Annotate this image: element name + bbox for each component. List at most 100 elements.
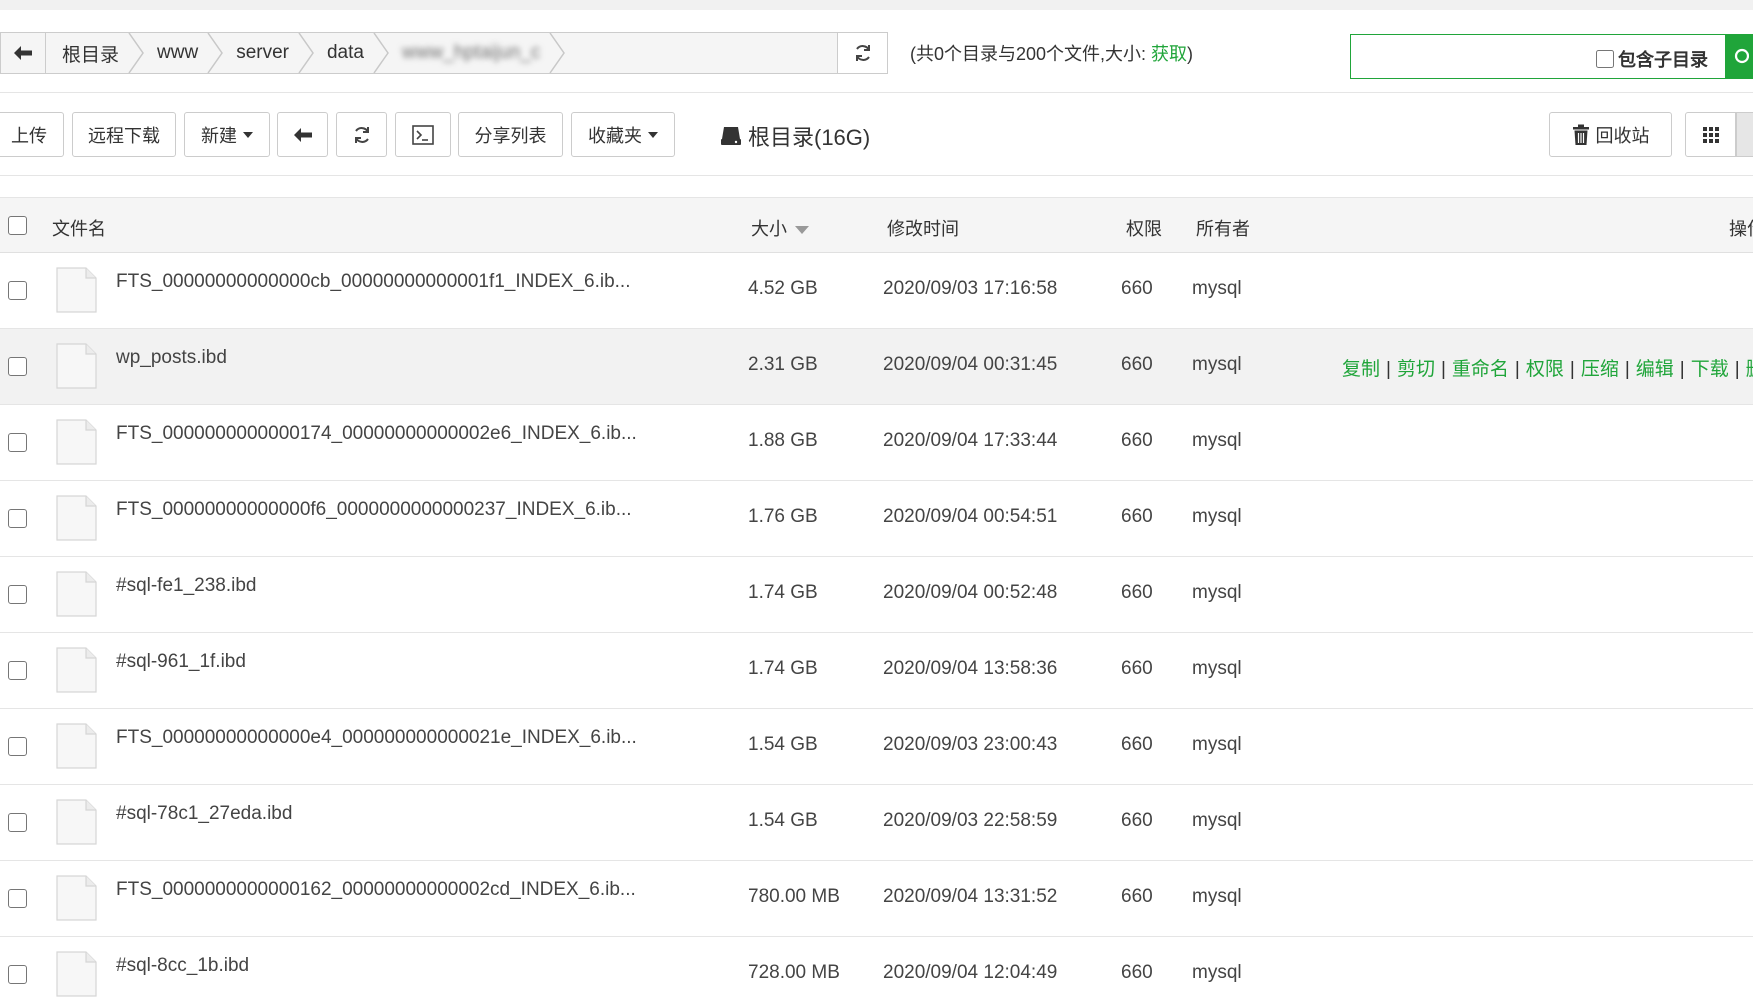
column-size-header[interactable]: 大小 — [751, 215, 809, 241]
table-row[interactable]: #sql-8cc_1b.ibd 728.00 MB 2020/09/04 12:… — [0, 937, 1753, 1004]
row-checkbox[interactable] — [8, 889, 27, 908]
rename-link[interactable]: 重命名 — [1452, 359, 1509, 380]
new-dropdown-button[interactable]: 新建 — [184, 112, 270, 157]
refresh-button[interactable] — [336, 112, 387, 157]
select-all-checkbox[interactable] — [8, 216, 27, 235]
table-row[interactable]: FTS_0000000000000174_00000000000002e6_IN… — [0, 405, 1753, 481]
table-row[interactable]: FTS_00000000000000f6_0000000000000237_IN… — [0, 481, 1753, 557]
terminal-button[interactable] — [395, 112, 451, 157]
favorites-label: 收藏夹 — [588, 125, 642, 146]
divider — [0, 92, 1753, 93]
row-checkbox[interactable] — [8, 965, 27, 984]
share-list-button[interactable]: 分享列表 — [458, 112, 563, 157]
new-label: 新建 — [201, 125, 237, 146]
row-checkbox[interactable] — [8, 737, 27, 756]
permission-link[interactable]: 权限 — [1526, 359, 1564, 380]
file-owner: mysql — [1192, 354, 1242, 375]
file-name[interactable]: #sql-78c1_27eda.ibd — [116, 803, 292, 825]
file-perm[interactable]: 660 — [1121, 278, 1153, 300]
table-header: 文件名 大小 修改时间 权限 所有者 操作 — [0, 197, 1753, 253]
row-checkbox[interactable] — [8, 433, 27, 452]
edit-link[interactable]: 编辑 — [1636, 359, 1674, 380]
file-icon — [56, 647, 97, 693]
copy-link[interactable]: 复制 — [1342, 359, 1380, 380]
row-checkbox[interactable] — [8, 585, 27, 604]
file-owner: mysql — [1192, 430, 1242, 451]
arrow-left-icon — [293, 127, 312, 142]
table-row[interactable]: #sql-fe1_238.ibd 1.74 GB 2020/09/04 00:5… — [0, 557, 1753, 633]
file-name[interactable]: #sql-8cc_1b.ibd — [116, 955, 249, 977]
file-name[interactable]: #sql-961_1f.ibd — [116, 651, 246, 673]
delete-link[interactable]: 删除 — [1746, 359, 1753, 380]
file-name[interactable]: FTS_00000000000000cb_00000000000001f1_IN… — [116, 271, 630, 293]
file-perm[interactable]: 660 — [1121, 582, 1153, 604]
refresh-path-button[interactable] — [837, 33, 887, 73]
table-row[interactable]: #sql-961_1f.ibd 1.74 GB 2020/09/04 13:58… — [0, 633, 1753, 709]
file-name[interactable]: FTS_00000000000000e4_000000000000021e_IN… — [116, 727, 637, 749]
column-mtime-header[interactable]: 修改时间 — [887, 215, 959, 241]
table-row[interactable]: FTS_0000000000000162_00000000000002cd_IN… — [0, 861, 1753, 937]
breadcrumb-item-www[interactable]: www — [141, 33, 224, 73]
file-perm[interactable]: 660 — [1121, 962, 1153, 984]
file-perm[interactable]: 660 — [1121, 886, 1153, 908]
include-subdir-toggle[interactable]: 包含子目录 — [1596, 46, 1708, 72]
file-size: 1.88 GB — [748, 430, 818, 451]
file-size: 2.31 GB — [748, 354, 818, 375]
row-checkbox[interactable] — [8, 661, 27, 680]
recycle-bin-button[interactable]: 回收站 — [1549, 112, 1672, 157]
breadcrumb-item-data[interactable]: data — [311, 33, 389, 73]
get-size-link[interactable]: 获取 — [1151, 44, 1187, 64]
cut-link[interactable]: 剪切 — [1397, 359, 1435, 380]
upload-button[interactable]: 上传 — [0, 112, 64, 157]
column-perm-header[interactable]: 权限 — [1126, 215, 1162, 241]
file-perm[interactable]: 660 — [1121, 734, 1153, 756]
recycle-bin-label: 回收站 — [1595, 125, 1650, 146]
search-button[interactable] — [1725, 34, 1753, 79]
table-row[interactable]: FTS_00000000000000e4_000000000000021e_IN… — [0, 709, 1753, 785]
top-strip — [0, 0, 1753, 10]
go-back-button[interactable] — [277, 112, 328, 157]
file-perm[interactable]: 660 — [1121, 506, 1153, 528]
separator: | — [1679, 359, 1685, 380]
file-name[interactable]: FTS_00000000000000f6_0000000000000237_IN… — [116, 499, 632, 521]
column-owner-header[interactable]: 所有者 — [1196, 215, 1250, 241]
breadcrumb-item-root[interactable]: 根目录 — [46, 33, 144, 73]
table-row[interactable]: wp_posts.ibd 2.31 GB 2020/09/04 00:31:45… — [0, 329, 1753, 405]
file-name[interactable]: FTS_0000000000000174_00000000000002e6_IN… — [116, 423, 637, 445]
remote-download-button[interactable]: 远程下载 — [72, 112, 176, 157]
arrow-left-icon — [14, 46, 32, 60]
breadcrumb-label: www_hptaijun_c — [401, 42, 541, 63]
file-name[interactable]: wp_posts.ibd — [116, 347, 227, 369]
table-row[interactable]: FTS_00000000000000cb_00000000000001f1_IN… — [0, 253, 1753, 329]
table-row[interactable]: #sql-78c1_27eda.ibd 1.54 GB 2020/09/03 2… — [0, 785, 1753, 861]
file-icon — [56, 495, 97, 541]
column-name-header[interactable]: 文件名 — [52, 215, 106, 241]
file-mtime: 2020/09/04 12:04:49 — [883, 962, 1058, 983]
file-size: 1.74 GB — [748, 658, 818, 679]
compress-link[interactable]: 压缩 — [1581, 359, 1619, 380]
list-view-button[interactable] — [1736, 112, 1753, 157]
file-icon — [56, 951, 97, 997]
file-perm[interactable]: 660 — [1121, 354, 1153, 376]
chevron-right-icon — [549, 33, 566, 73]
back-button[interactable] — [1, 33, 46, 73]
file-perm[interactable]: 660 — [1121, 810, 1153, 832]
row-checkbox[interactable] — [8, 813, 27, 832]
file-name[interactable]: #sql-fe1_238.ibd — [116, 575, 257, 597]
file-name[interactable]: FTS_0000000000000162_00000000000002cd_IN… — [116, 879, 636, 901]
download-link[interactable]: 下载 — [1691, 359, 1729, 380]
row-checkbox[interactable] — [8, 357, 27, 376]
grid-view-button[interactable] — [1685, 112, 1736, 157]
include-subdir-checkbox[interactable] — [1596, 50, 1614, 68]
file-perm[interactable]: 660 — [1121, 658, 1153, 680]
row-checkbox[interactable] — [8, 509, 27, 528]
disk-info[interactable]: 根目录(16G) — [720, 120, 870, 152]
breadcrumb-item-current[interactable]: www_hptaijun_c — [386, 33, 566, 73]
file-perm[interactable]: 660 — [1121, 430, 1153, 452]
breadcrumb-item-server[interactable]: server — [220, 33, 314, 73]
separator: | — [1734, 359, 1740, 380]
row-actions: 复制|剪切|重命名|权限|压缩|编辑|下载|删除 — [1342, 354, 1753, 381]
favorites-dropdown-button[interactable]: 收藏夹 — [571, 112, 675, 157]
file-owner: mysql — [1192, 886, 1242, 907]
row-checkbox[interactable] — [8, 281, 27, 300]
